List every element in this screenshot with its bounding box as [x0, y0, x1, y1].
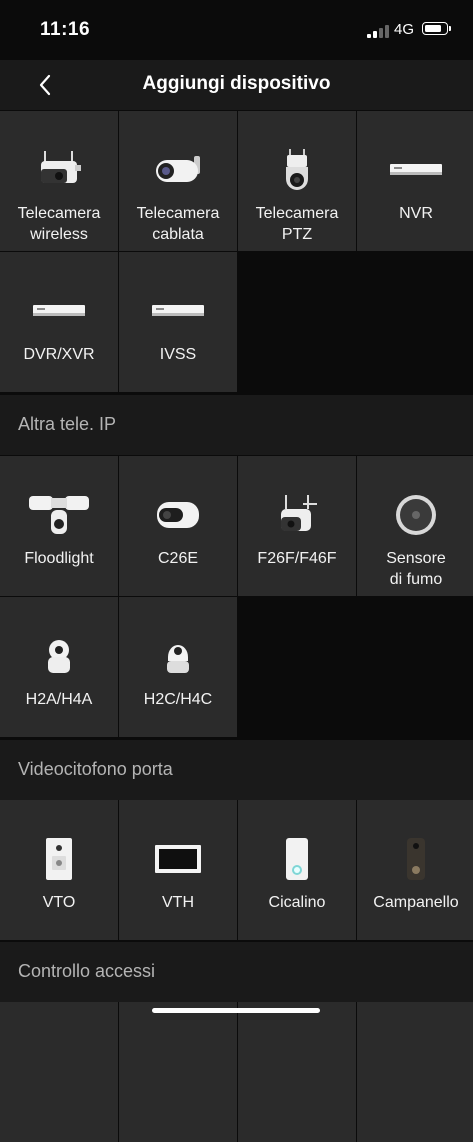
device-tile-vto[interactable]: VTO [0, 800, 118, 940]
device-label: Telecamera cablata [136, 205, 220, 243]
network-type: 4G [394, 21, 415, 38]
device-label: C26E [157, 550, 199, 567]
section-title: Videocitofono porta [18, 759, 173, 779]
device-label: H2C/H4C [143, 691, 213, 708]
doorbell-icon [357, 836, 473, 882]
status-time: 11:16 [40, 19, 91, 40]
device-label: Telecamera PTZ [255, 205, 339, 243]
device-tile-ptz-camera[interactable]: Telecamera PTZ [238, 111, 356, 251]
device-tile-dvr-xvr[interactable]: DVR/XVR [0, 252, 118, 392]
device-grid-ip: Floodlight C26E F26F/F46F Sensore di fum… [0, 456, 473, 737]
wireless-camera-icon [0, 147, 118, 193]
device-grid-main: Telecamera wireless Telecamera cablata T… [0, 111, 473, 392]
cellular-signal-icon [367, 24, 389, 38]
device-label: IVSS [159, 346, 197, 363]
device-tile-access-2[interactable] [119, 1002, 237, 1142]
device-tile-floodlight[interactable]: Floodlight [0, 456, 118, 596]
device-label: VTH [162, 894, 194, 911]
device-tile-wireless-camera[interactable]: Telecamera wireless [0, 111, 118, 251]
pan-tilt-camera-icon [119, 633, 237, 679]
section-header-access: Controllo accessi [0, 942, 473, 1002]
nvr-recorder-icon [357, 147, 473, 193]
dvr-recorder-icon [0, 288, 118, 334]
smoke-sensor-icon [357, 492, 473, 538]
section-title: Controllo accessi [18, 961, 156, 981]
page-title: Aggiungi dispositivo [142, 73, 331, 94]
device-grid-access [0, 1002, 473, 1142]
device-label: Cicalino [268, 894, 326, 911]
section-title: Altra tele. IP [18, 414, 117, 434]
device-tile-chime[interactable]: Cicalino [238, 800, 356, 940]
battery-icon [422, 22, 451, 35]
section-header-ip: Altra tele. IP [0, 395, 473, 455]
device-label: F26F/F46F [257, 550, 337, 567]
device-tile-smoke-sensor[interactable]: Sensore di fumo [357, 456, 473, 596]
chime-icon [238, 836, 356, 882]
indoor-monitor-icon [119, 836, 237, 882]
floodlight-camera-icon [0, 492, 118, 538]
navigation-bar: Aggiungi dispositivo [0, 60, 473, 110]
ptz-camera-icon [238, 147, 356, 193]
device-tile-access-4[interactable] [357, 1002, 473, 1142]
device-tile-access-3[interactable] [238, 1002, 356, 1142]
home-indicator[interactable] [152, 1008, 320, 1013]
bullet-camera-icon [119, 147, 237, 193]
device-tile-nvr[interactable]: NVR [357, 111, 473, 251]
ivss-recorder-icon [119, 288, 237, 334]
device-label: Floodlight [24, 550, 94, 567]
device-grid-intercom: VTO VTH Cicalino Campanello [0, 800, 473, 940]
device-label: Sensore di fumo [386, 550, 446, 588]
device-tile-vth[interactable]: VTH [119, 800, 237, 940]
device-label: Telecamera wireless [17, 205, 101, 243]
bullet-camera-icon [119, 492, 237, 538]
device-label: H2A/H4A [25, 691, 93, 708]
device-tile-doorbell[interactable]: Campanello [357, 800, 473, 940]
section-header-intercom: Videocitofono porta [0, 740, 473, 800]
device-tile-h2c-h4c[interactable]: H2C/H4C [119, 597, 237, 737]
device-label: DVR/XVR [23, 346, 95, 363]
device-tile-bullet-camera[interactable]: Telecamera cablata [119, 111, 237, 251]
device-tile-c26e[interactable]: C26E [119, 456, 237, 596]
status-bar: 11:16 4G [0, 0, 473, 60]
device-label: VTO [42, 894, 76, 911]
device-label: Campanello [373, 894, 459, 911]
wireless-camera-icon [238, 492, 356, 538]
device-tile-h2a-h4a[interactable]: H2A/H4A [0, 597, 118, 737]
device-tile-access-1[interactable] [0, 1002, 118, 1142]
device-tile-ivss[interactable]: IVSS [119, 252, 237, 392]
indoor-camera-icon [0, 633, 118, 679]
device-tile-f26f-f46f[interactable]: F26F/F46F [238, 456, 356, 596]
door-station-icon [0, 836, 118, 882]
device-label: NVR [399, 205, 433, 222]
